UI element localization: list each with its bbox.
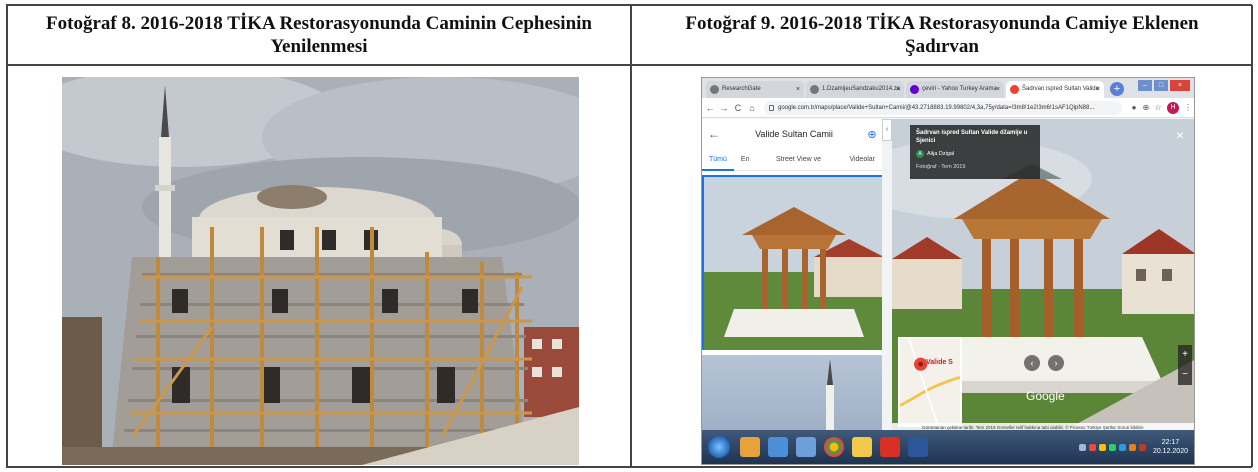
tray-icon[interactable]	[1128, 443, 1136, 451]
minaret-thumbnail-image	[826, 359, 834, 432]
tab-close-icon[interactable]: ×	[1096, 81, 1100, 98]
photo-date: Fotoğraf - Tem 2019	[916, 164, 966, 170]
photo-9-cell: ResearchGate × 1.DzamijeuSandzaku2014.za…	[631, 65, 1253, 467]
panel-header: ← Valide Sultan Camii ⊕	[702, 119, 882, 149]
pdf-icon[interactable]	[880, 437, 900, 457]
caption-photo-8-text: Fotoğraf 8. 2016-2018 TİKA Restorasyonun…	[46, 13, 592, 57]
zoom-control[interactable]: + −	[1178, 345, 1192, 385]
clock-time: 22:17	[1161, 439, 1180, 446]
lock-icon	[769, 104, 774, 111]
photo-thumbnail-minaret[interactable]	[702, 355, 882, 432]
menu-dots-icon[interactable]: ⋮	[1182, 103, 1194, 112]
folder-icon[interactable]	[852, 437, 872, 457]
photo-8-cell	[7, 65, 631, 467]
tray-icon[interactable]	[1138, 443, 1146, 451]
add-photo-icon[interactable]: ⊕	[862, 128, 882, 141]
word-icon[interactable]	[908, 437, 928, 457]
browser-tab-title: 1.DzamijeuSandzaku2014.za	[822, 86, 901, 92]
media-player-icon[interactable]	[740, 437, 760, 457]
forward-arrow-icon[interactable]: →	[718, 103, 730, 113]
zoom-in-icon[interactable]: +	[1178, 345, 1192, 365]
address-bar: ← → C ⌂ google.com.tr/maps/place/Valide+…	[702, 98, 1194, 118]
photo-viewer[interactable]: Šadrvan ispred Sultan Valide džamije u S…	[892, 119, 1194, 432]
tray-icon[interactable]	[1098, 443, 1106, 451]
author-name: Alija Dzigal	[927, 151, 955, 157]
mosque-facade-photo	[62, 77, 579, 465]
browser-tab-2[interactable]: 1.DzamijeuSandzaku2014.za ×	[806, 81, 904, 98]
panel-back-icon[interactable]: ←	[702, 127, 726, 141]
tray-icon[interactable]	[1088, 443, 1096, 451]
tab-close-icon[interactable]: ×	[796, 81, 800, 98]
location-icon[interactable]: ●	[1128, 103, 1140, 112]
google-watermark: Google	[1026, 389, 1065, 403]
browser-tab-4[interactable]: Šadrvan ispred Sultan Valide ×	[1006, 81, 1104, 98]
researchgate-icon	[710, 85, 719, 94]
profile-avatar[interactable]: H	[1167, 101, 1179, 114]
url-field[interactable]: google.com.tr/maps/place/Valide+Sultan+C…	[764, 100, 1122, 115]
windows-start-icon[interactable]	[708, 436, 730, 458]
new-tab-button[interactable]: +	[1110, 82, 1124, 96]
maps-pin-icon	[1010, 85, 1019, 94]
tray-icon[interactable]	[1108, 443, 1116, 451]
prev-photo-icon[interactable]: ‹	[1024, 355, 1040, 371]
tab-street-view[interactable]: Street View ve 360°	[769, 149, 842, 185]
photo-title: Šadrvan ispred Sultan Valide džamije u S…	[916, 130, 1028, 144]
back-arrow-icon[interactable]: ←	[704, 103, 716, 113]
collapse-panel-button[interactable]: ‹	[882, 119, 892, 141]
tray-icon[interactable]	[1078, 443, 1086, 451]
home-icon[interactable]: ⌂	[746, 103, 758, 113]
close-window-icon[interactable]: ×	[1170, 80, 1190, 91]
phone-icon[interactable]	[768, 437, 788, 457]
caption-photo-9-text: Fotoğraf 9. 2016-2018 TİKA Restorasyonun…	[685, 13, 1199, 57]
browser-tab-1[interactable]: ResearchGate ×	[706, 81, 804, 98]
browser-tab-title: çeviri - Yahoo Turkey Arama	[922, 86, 997, 92]
mini-map-label: Valide S	[926, 359, 953, 366]
zoom-icon[interactable]: ⊕	[1140, 103, 1152, 112]
browser-tab-title: Šadrvan ispred Sultan Valide	[1022, 86, 1099, 92]
tray-icon[interactable]	[1118, 443, 1126, 451]
researchgate-icon	[810, 85, 819, 94]
fountain-thumbnail-image	[704, 177, 882, 350]
chrome-icon[interactable]	[824, 437, 844, 457]
mini-map[interactable]: Valide S	[898, 337, 962, 427]
browser-tab-3[interactable]: çeviri - Yahoo Turkey Arama ×	[906, 81, 1004, 98]
browser-tab-bar: ResearchGate × 1.DzamijeuSandzaku2014.za…	[702, 78, 1194, 98]
photo-thumbnail-fountain[interactable]	[702, 175, 882, 350]
caption-photo-8: Fotoğraf 8. 2016-2018 TİKA Restorasyonun…	[7, 5, 631, 65]
figure-table: Fotoğraf 8. 2016-2018 TİKA Restorasyonun…	[6, 4, 1253, 468]
window-controls: – □ ×	[1138, 80, 1190, 91]
tab-close-icon[interactable]: ×	[896, 81, 900, 98]
tab-all[interactable]: Tümü	[702, 149, 734, 171]
taskbar-clock[interactable]: 22:17 20.12.2020	[1153, 438, 1188, 456]
mosque-facade-illustration	[62, 77, 579, 465]
next-photo-icon[interactable]: ›	[1048, 355, 1064, 371]
minimize-icon[interactable]: –	[1138, 80, 1152, 91]
photo-info-card: Šadrvan ispred Sultan Valide džamije u S…	[910, 125, 1040, 179]
yahoo-icon	[910, 85, 919, 94]
mini-map-image	[900, 339, 960, 425]
windows-taskbar: 22:17 20.12.2020	[702, 430, 1194, 464]
author-avatar: A	[916, 150, 924, 158]
maps-side-panel: ← Valide Sultan Camii ⊕ Tümü En son Stre…	[702, 119, 882, 432]
tab-close-icon[interactable]: ×	[996, 81, 1000, 98]
network-icon[interactable]	[796, 437, 816, 457]
zoom-out-icon[interactable]: −	[1178, 365, 1192, 385]
bookmark-star-icon[interactable]: ☆	[1152, 103, 1164, 112]
clock-date: 20.12.2020	[1152, 448, 1188, 455]
photo-author[interactable]: A Alija Dzigal	[916, 150, 1034, 158]
tab-videos[interactable]: Videolar	[842, 149, 882, 171]
browser-tab-title: ResearchGate	[722, 86, 761, 92]
place-name: Valide Sultan Camii	[755, 129, 833, 139]
maximize-icon[interactable]: □	[1154, 80, 1168, 91]
photo-tabs: Tümü En son Street View ve 360° Videolar	[702, 149, 882, 185]
viewer-close-icon[interactable]: ×	[1176, 127, 1184, 143]
caption-photo-9: Fotoğraf 9. 2016-2018 TİKA Restorasyonun…	[631, 5, 1253, 65]
tab-latest[interactable]: En son	[734, 149, 769, 185]
url-text: google.com.tr/maps/place/Valide+Sultan+C…	[778, 104, 1095, 111]
system-tray: 22:17 20.12.2020	[1078, 438, 1194, 456]
reload-icon[interactable]: C	[732, 103, 744, 113]
browser-screenshot: ResearchGate × 1.DzamijeuSandzaku2014.za…	[701, 77, 1195, 465]
